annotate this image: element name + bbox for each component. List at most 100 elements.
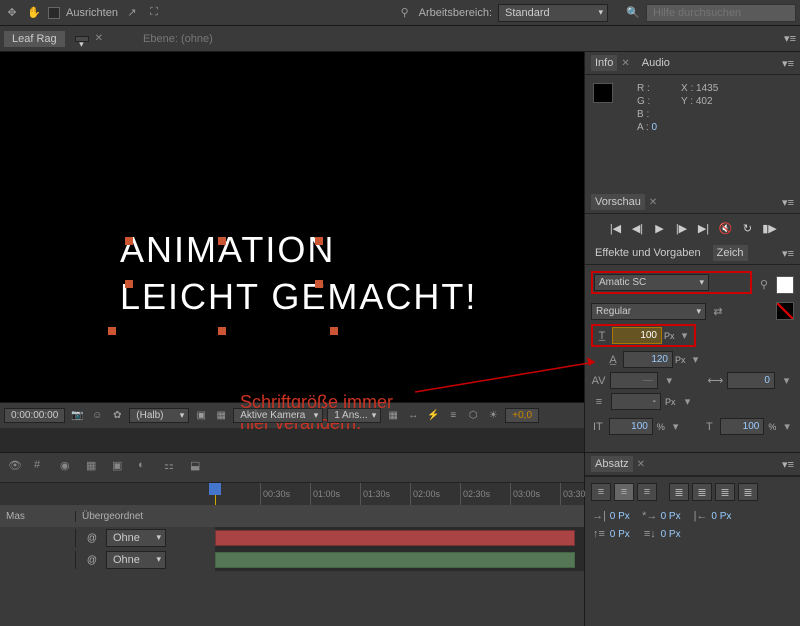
selection-handle[interactable] [315,237,323,245]
first-frame-icon[interactable]: |◀ [608,220,624,236]
dropdown-icon[interactable]: ▾ [688,353,704,367]
dropdown-icon[interactable]: ▾ [780,420,794,434]
align-checkbox[interactable] [48,7,60,19]
exposure-icon[interactable]: ☀ [485,408,501,424]
composition-canvas[interactable]: ANIMATION LEICHT GEMACHT! Schriftgröße i… [0,52,584,402]
selection-handle[interactable] [218,327,226,335]
panel-menu-icon[interactable]: ▾≡ [782,247,794,260]
justify-right-icon[interactable]: ≣ [715,483,735,501]
paragraph-tab[interactable]: Absatz [591,456,633,472]
close-icon[interactable]: ✕ [637,459,645,470]
bounds-icon[interactable]: ⛶ [146,5,162,21]
views-dropdown[interactable]: 1 Ans... [327,408,381,423]
align-center-icon[interactable]: ≡ [614,483,634,501]
graph-icon[interactable]: ▣ [112,459,130,477]
stroke-width-input[interactable]: - [611,393,661,410]
draft-icon[interactable]: ◐ [138,459,156,477]
fast-preview-icon[interactable]: ⚡ [425,408,441,424]
camera-dropdown[interactable]: Aktive Kamera [233,408,323,423]
timeline-ruler[interactable]: 00:30s 01:00s 01:30s 02:00s 02:30s 03:00… [0,483,584,505]
panel-menu-icon[interactable]: ▾≡ [784,32,796,45]
align-right-icon[interactable]: ≡ [637,483,657,501]
character-tab[interactable]: Zeich [713,245,748,261]
justify-left-icon[interactable]: ≣ [669,483,689,501]
font-size-input[interactable]: 100 [612,327,662,344]
space-before-value[interactable]: 0 Px [610,529,630,540]
font-family-dropdown[interactable]: Amatic SC [594,274,709,291]
comp-flowchart-icon[interactable]: ⬡ [465,408,481,424]
stroke-color-swatch[interactable] [776,302,794,320]
selection-handle[interactable] [125,280,133,288]
parent-dropdown[interactable]: Ohne [106,551,166,569]
dropdown-icon[interactable]: ▾ [662,374,677,388]
comp-dropdown[interactable] [75,36,89,42]
shy-icon[interactable]: 👁 [8,459,26,477]
selection-handle[interactable] [108,327,116,335]
justify-all-icon[interactable]: ≣ [738,483,758,501]
info-tab[interactable]: Info [591,55,617,71]
timeline-layer-row[interactable]: @ Ohne [0,549,584,571]
timecode-display[interactable]: 0:00:00:00 [4,408,65,423]
audio-tab[interactable]: Audio [638,55,674,71]
last-frame-icon[interactable]: ▶| [696,220,712,236]
playhead[interactable] [215,483,216,505]
color-mgmt-icon[interactable]: ✿ [109,408,125,424]
close-icon[interactable]: ✕ [95,33,103,44]
swap-colors-icon[interactable]: ⇄ [710,304,726,318]
panel-menu-icon[interactable]: ▾≡ [782,57,794,70]
parent-pickwhip-icon[interactable]: @ [82,555,102,566]
dropdown-icon[interactable]: ▾ [677,329,693,343]
switch-icon[interactable]: ⚏ [164,459,182,477]
channel-icon[interactable]: ☺ [89,408,105,424]
indent-right-value[interactable]: 0 Px [711,511,731,522]
text-layer[interactable]: ANIMATION LEICHT GEMACHT! [120,227,477,321]
align-left-icon[interactable]: ≡ [591,483,611,501]
panel-menu-icon[interactable]: ▾≡ [782,196,794,209]
eyedropper-icon[interactable]: ⚲ [756,278,772,292]
snapshot-icon[interactable]: 📷 [69,408,85,424]
loop-icon[interactable]: ↻ [740,220,756,236]
pixel-aspect-icon[interactable]: ↔ [405,408,421,424]
dropdown-icon[interactable]: ▾ [779,374,794,388]
indent-left-value[interactable]: 0 Px [610,511,630,522]
dropdown-icon[interactable]: ▾ [669,420,683,434]
layer-bar[interactable] [215,552,575,568]
ram-preview-icon[interactable]: ▮▶ [762,220,778,236]
timeline-icon[interactable]: ≡ [445,408,461,424]
selection-handle[interactable] [330,327,338,335]
roi-icon[interactable]: ▣ [193,408,209,424]
indent-first-value[interactable]: 0 Px [661,511,681,522]
parent-pickwhip-icon[interactable]: @ [82,533,102,544]
resolution-dropdown[interactable]: (Halb) [129,408,189,423]
justify-center-icon[interactable]: ≣ [692,483,712,501]
timeline-layer-row[interactable]: @ Ohne [0,527,584,549]
next-frame-icon[interactable]: |▶ [674,220,690,236]
prev-frame-icon[interactable]: ◀| [630,220,646,236]
selection-handle[interactable] [315,280,323,288]
panel-menu-icon[interactable]: ▾≡ [782,458,794,471]
move-tool-icon[interactable]: ✥ [4,5,20,21]
dropdown-icon[interactable]: ▾ [680,395,696,409]
workspace-dropdown[interactable]: Standard [498,4,608,22]
preview-tab[interactable]: Vorschau [591,194,645,210]
play-icon[interactable]: ▶ [652,220,668,236]
fill-color-swatch[interactable] [776,276,794,294]
transparency-icon[interactable]: ▦ [213,408,229,424]
layer-bar[interactable] [215,530,575,546]
snap-icon[interactable]: ↗ [124,5,140,21]
help-search-input[interactable] [646,4,796,22]
brain-icon[interactable]: ▦ [86,459,104,477]
effects-tab[interactable]: Effekte und Vorgaben [591,245,705,261]
exposure-value[interactable]: +0,0 [505,408,539,423]
frame-blend-icon[interactable]: # [34,459,52,477]
vscale-input[interactable]: 100 [609,418,653,435]
motion-blur-icon[interactable]: ◉ [60,459,78,477]
font-weight-dropdown[interactable]: Regular [591,303,706,320]
selection-handle[interactable] [125,237,133,245]
selection-handle[interactable] [218,237,226,245]
kerning-input[interactable]: — [610,372,658,389]
hand-tool-icon[interactable]: ✋ [26,5,42,21]
leading-input[interactable]: 120 [623,351,673,368]
comp-tab[interactable]: Leaf Rag [4,31,65,47]
space-after-value[interactable]: 0 Px [661,529,681,540]
